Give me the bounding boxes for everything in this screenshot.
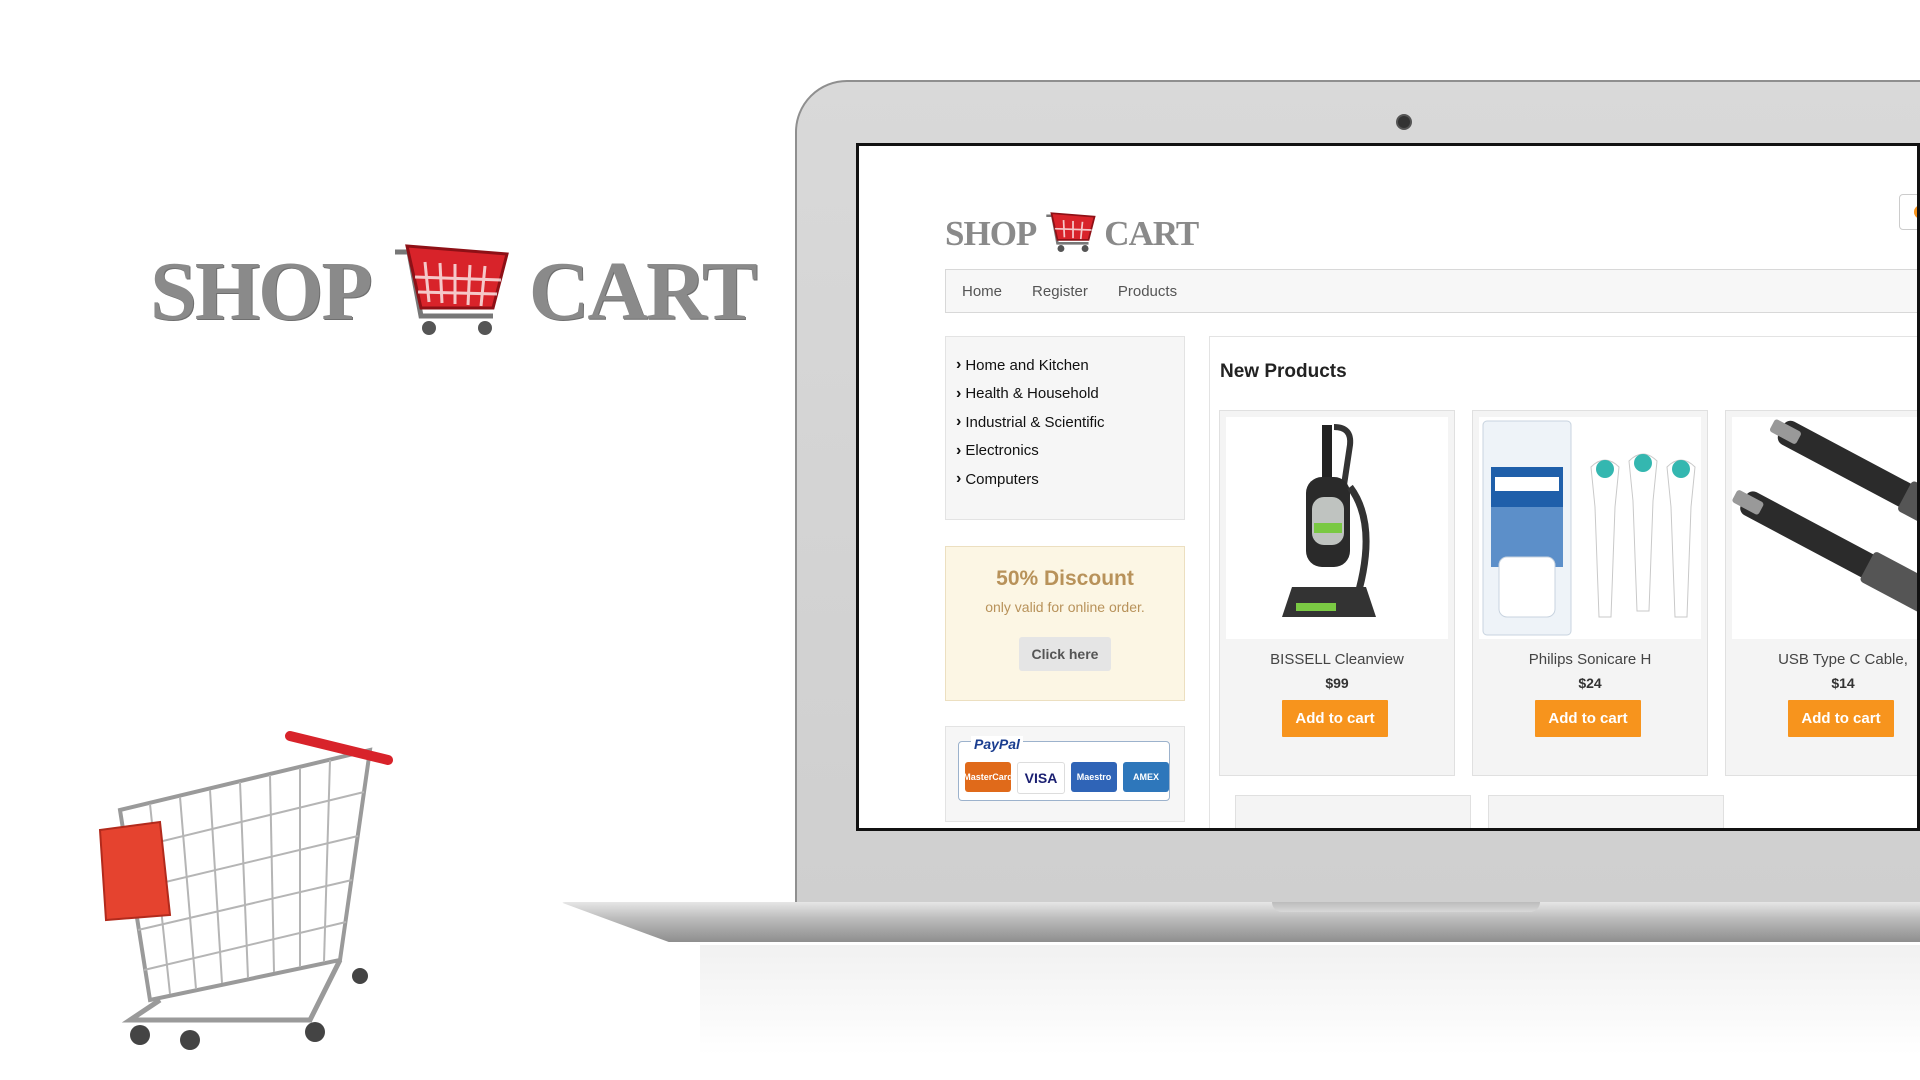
brand-word-cart: CART bbox=[528, 245, 758, 338]
add-to-cart-button[interactable]: Add to cart bbox=[1788, 700, 1894, 737]
visa-icon: VISA bbox=[1017, 762, 1065, 794]
brand-logo: SHOP CART bbox=[150, 232, 758, 352]
chevron-right-icon: › bbox=[956, 384, 962, 402]
navbar: Home Register Products 🔒 bbox=[945, 269, 1917, 313]
site-logo[interactable]: SHOP CART bbox=[945, 206, 1199, 260]
category-label: Home and Kitchen bbox=[965, 356, 1089, 374]
product-card[interactable]: Philips Sonicare H $24 Add to cart bbox=[1472, 410, 1708, 776]
chevron-right-icon: › bbox=[956, 441, 962, 459]
laptop-camera bbox=[1398, 116, 1410, 128]
paypal-label: PayPal bbox=[971, 736, 1023, 752]
add-to-cart-button[interactable]: Add to cart bbox=[1535, 700, 1641, 737]
add-to-cart-button[interactable]: Add to cart bbox=[1282, 700, 1388, 737]
product-card-partial[interactable] bbox=[1488, 795, 1724, 828]
product-price: $14 bbox=[1831, 675, 1855, 691]
category-item-industrial-scientific[interactable]: › Industrial & Scientific bbox=[956, 408, 1174, 437]
category-label: Industrial & Scientific bbox=[965, 413, 1105, 431]
laptop-notch bbox=[1272, 902, 1540, 912]
shopping-basket-icon bbox=[394, 244, 509, 335]
laptop-screen: SHOP CART Home Register Products 🔒 › Hom… bbox=[856, 143, 1920, 831]
new-products-panel: New Products BISSELL Cleanview $99 Add t… bbox=[1209, 336, 1917, 828]
shopping-trolley-icon bbox=[98, 731, 393, 1050]
top-action-button[interactable] bbox=[1899, 194, 1917, 230]
laptop-base bbox=[560, 902, 1920, 942]
product-image[interactable] bbox=[1732, 417, 1917, 639]
category-label: Computers bbox=[965, 470, 1039, 488]
product-price: $99 bbox=[1325, 675, 1349, 691]
brand-word-shop: SHOP bbox=[150, 245, 373, 338]
category-label: Electronics bbox=[965, 442, 1039, 460]
promo-subtitle: only valid for online order. bbox=[985, 599, 1145, 615]
product-card[interactable]: BISSELL Cleanview $99 Add to cart bbox=[1219, 410, 1455, 776]
product-image[interactable] bbox=[1479, 417, 1701, 639]
nav-link-home[interactable]: Home bbox=[962, 283, 1002, 300]
product-card[interactable]: USB Type C Cable, $14 Add to cart bbox=[1725, 410, 1917, 776]
nav-link-products[interactable]: Products bbox=[1118, 283, 1177, 300]
chevron-right-icon: › bbox=[956, 470, 962, 488]
products-heading: New Products bbox=[1220, 361, 1347, 382]
site-logo-cart: CART bbox=[1104, 213, 1199, 253]
category-label: Health & Household bbox=[965, 385, 1099, 403]
circle-icon bbox=[1914, 205, 1917, 219]
product-name[interactable]: Philips Sonicare H bbox=[1473, 651, 1707, 668]
category-item-health-household[interactable]: › Health & Household bbox=[956, 380, 1174, 409]
product-price: $24 bbox=[1578, 675, 1602, 691]
site-logo-shop: SHOP bbox=[945, 213, 1037, 253]
vacuum-cleaner-icon bbox=[1282, 424, 1376, 617]
discount-promo: 50% Discount only valid for online order… bbox=[945, 546, 1185, 701]
maestro-icon: Maestro bbox=[1071, 762, 1117, 792]
product-name[interactable]: USB Type C Cable, bbox=[1726, 651, 1917, 668]
chevron-right-icon: › bbox=[956, 413, 962, 431]
payment-methods: PayPal MasterCard VISA Maestro AMEX bbox=[945, 726, 1185, 822]
shopping-basket-icon bbox=[1046, 212, 1096, 252]
laptop-reflection bbox=[700, 945, 1920, 1055]
amex-icon: AMEX bbox=[1123, 762, 1169, 792]
chevron-right-icon: › bbox=[956, 356, 962, 374]
product-card-partial[interactable] bbox=[1235, 795, 1471, 828]
nav-link-register[interactable]: Register bbox=[1032, 283, 1088, 300]
promo-title: 50% Discount bbox=[996, 567, 1134, 590]
category-item-electronics[interactable]: › Electronics bbox=[956, 437, 1174, 466]
category-item-computers[interactable]: › Computers bbox=[956, 465, 1174, 494]
toothbrush-heads-icon bbox=[1482, 420, 1696, 636]
product-image[interactable] bbox=[1226, 417, 1448, 639]
category-list: › Home and Kitchen › Health & Household … bbox=[945, 336, 1185, 520]
usb-cable-icon bbox=[1732, 419, 1917, 613]
product-name[interactable]: BISSELL Cleanview bbox=[1220, 651, 1454, 668]
category-item-home-kitchen[interactable]: › Home and Kitchen bbox=[956, 351, 1174, 380]
promo-click-button[interactable]: Click here bbox=[1018, 637, 1112, 671]
mastercard-icon: MasterCard bbox=[963, 762, 1013, 792]
payment-card-panel: PayPal MasterCard VISA Maestro AMEX bbox=[958, 736, 1170, 801]
